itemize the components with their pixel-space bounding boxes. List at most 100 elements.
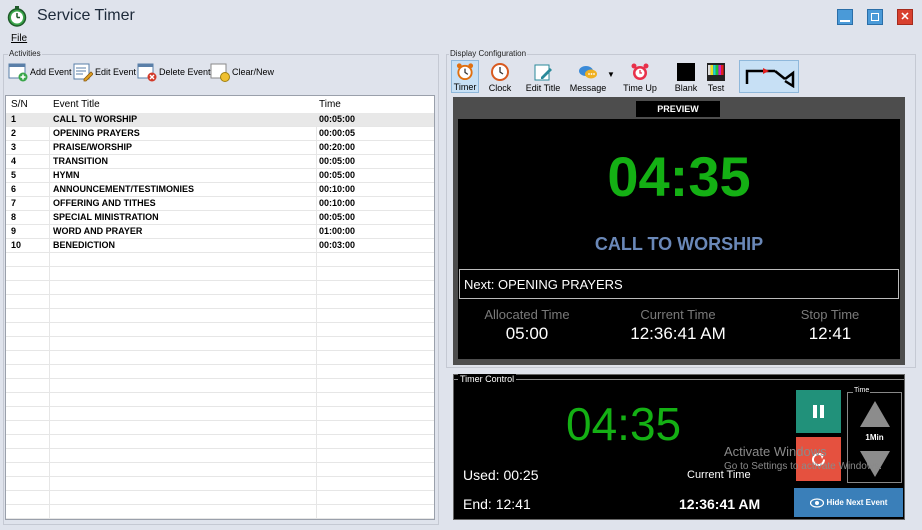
cell-time: 00:05:00 <box>319 170 356 180</box>
clock-tool-label: Clock <box>488 83 512 93</box>
table-row[interactable]: 9 WORD AND PRAYER 01:00:00 <box>6 225 434 239</box>
table-header: S/N Event Title Time <box>6 96 434 113</box>
hide-next-event-button[interactable]: Hide Next Event <box>794 488 903 517</box>
empty-row <box>6 351 434 365</box>
delete-event-button[interactable]: Delete Event <box>137 62 211 82</box>
column-sn[interactable]: S/N <box>11 99 28 110</box>
clear-new-button[interactable]: Clear/New <box>210 62 274 82</box>
empty-row <box>6 379 434 393</box>
maximize-button[interactable] <box>867 9 883 25</box>
events-table[interactable]: S/N Event Title Time 1 CALL TO WORSHIP 00:… <box>5 95 435 520</box>
empty-row <box>6 393 434 407</box>
menu-file[interactable]: File <box>11 33 27 44</box>
table-row[interactable]: 3 PRAISE/WORSHIP 00:20:00 <box>6 141 434 155</box>
projector-toggle-button[interactable] <box>739 60 799 93</box>
clear-new-icon <box>210 63 230 82</box>
stop-time-label: Stop Time <box>800 307 860 322</box>
table-row[interactable]: 10 BENEDICTION 00:03:00 <box>6 239 434 253</box>
cell-sn: 6 <box>11 184 17 194</box>
activation-watermark-title: Activate Windows <box>724 444 827 459</box>
cell-title: PRAISE/WORSHIP <box>53 142 133 152</box>
preview-event-title: CALL TO WORSHIP <box>594 234 764 254</box>
cell-time: 00:05:00 <box>319 114 356 124</box>
edit-event-button[interactable]: Edit Event <box>73 62 136 82</box>
cell-title: OFFERING AND TITHES <box>53 198 156 208</box>
time-up-tool-button[interactable]: Time Up <box>620 62 660 93</box>
cell-title: CALL TO WORSHIP <box>53 114 138 124</box>
table-row[interactable]: 7 OFFERING AND TITHES 00:10:00 <box>6 197 434 211</box>
time-adjust-label: Time <box>853 387 871 394</box>
timer-tool-label: Timer <box>453 82 477 92</box>
preview-tag: PREVIEW <box>636 101 720 117</box>
empty-row <box>6 505 434 519</box>
current-time-value: 12:36:41 AM <box>630 324 726 343</box>
edit-title-tool-button[interactable]: Edit Title <box>522 62 564 93</box>
message-tool-button[interactable]: Message <box>567 62 609 93</box>
alarm-ringing-icon <box>631 63 649 80</box>
cell-time: 00:10:00 <box>319 184 356 194</box>
column-event-title[interactable]: Event Title <box>53 99 100 110</box>
add-event-button[interactable]: Add Event <box>8 62 72 82</box>
empty-row <box>6 491 434 505</box>
cell-sn: 7 <box>11 198 17 208</box>
table-row[interactable]: 2 OPENING PRAYERS 00:00:05 <box>6 127 434 141</box>
table-row[interactable]: 5 HYMN 00:05:00 <box>6 169 434 183</box>
cell-title: ANNOUNCEMENT/TESTIMONIES <box>53 184 195 194</box>
empty-row <box>6 365 434 379</box>
cell-title: TRANSITION <box>53 156 108 166</box>
table-row[interactable]: 8 SPECIAL MINISTRATION 00:05:00 <box>6 211 434 225</box>
add-event-label: Add Event <box>30 67 72 77</box>
cell-title: HYMN <box>53 170 80 180</box>
cell-sn: 5 <box>11 170 17 180</box>
preview-next-event: Next: OPENING PRAYERS <box>459 269 899 299</box>
cell-sn: 8 <box>11 212 17 222</box>
eye-icon <box>809 497 824 508</box>
edit-event-icon <box>73 63 93 82</box>
preview-stop: Stop Time 12:41 <box>780 307 880 344</box>
stop-time-value: 12:41 <box>808 324 852 343</box>
column-time[interactable]: Time <box>319 99 341 110</box>
edit-event-label: Edit Event <box>95 67 137 77</box>
time-up-tool-label: Time Up <box>623 83 657 93</box>
cell-time: 00:20:00 <box>319 142 356 152</box>
minimize-icon <box>840 20 850 22</box>
increase-time-button[interactable] <box>860 401 890 427</box>
timer-control-panel: Timer Control 04:35 Used: 00:25 End: 12:… <box>453 374 905 520</box>
cell-sn: 2 <box>11 128 17 138</box>
timer-control-label: Timer Control <box>458 374 517 384</box>
cell-title: WORD AND PRAYER <box>53 226 143 236</box>
projector-icon <box>745 68 795 88</box>
cell-sn: 3 <box>11 142 17 152</box>
divider <box>454 379 904 380</box>
preview-countdown: 04:35 <box>607 145 751 208</box>
timer-tool-button[interactable]: Timer <box>451 60 479 93</box>
preview-current: Current Time 12:36:41 AM <box>608 307 748 344</box>
delete-event-icon <box>137 63 157 82</box>
close-button[interactable]: ✕ <box>897 9 913 25</box>
test-tool-button[interactable]: Test <box>696 62 736 93</box>
cell-time: 00:05:00 <box>319 156 356 166</box>
test-pattern-icon <box>707 63 725 81</box>
clock-tool-button[interactable]: Clock <box>480 62 520 93</box>
clear-new-label: Clear/New <box>232 67 275 77</box>
chat-bubbles-icon <box>579 66 597 79</box>
message-tool-label: Message <box>569 83 607 93</box>
delete-event-label: Delete Event <box>159 67 211 77</box>
cell-time: 00:03:00 <box>319 240 356 250</box>
cell-sn: 10 <box>11 240 22 250</box>
empty-row <box>6 435 434 449</box>
preview-panel: PREVIEW 04:35 CALL TO WORSHIP Next: OPEN… <box>453 97 905 365</box>
cell-time: 01:00:00 <box>319 226 356 236</box>
table-row[interactable]: 4 TRANSITION 00:05:00 <box>6 155 434 169</box>
minimize-button[interactable] <box>837 9 853 25</box>
table-row[interactable]: 6 ANNOUNCEMENT/TESTIMONIES 00:10:00 <box>6 183 434 197</box>
activities-label: Activities <box>8 49 42 58</box>
message-dropdown-arrow[interactable]: ▼ <box>607 70 615 79</box>
pause-icon <box>813 405 824 418</box>
table-row[interactable]: 1 CALL TO WORSHIP 00:05:00 <box>6 113 434 127</box>
pause-button[interactable] <box>796 390 841 433</box>
empty-row <box>6 323 434 337</box>
cell-time: 00:10:00 <box>319 198 356 208</box>
empty-row <box>6 421 434 435</box>
empty-row <box>6 463 434 477</box>
